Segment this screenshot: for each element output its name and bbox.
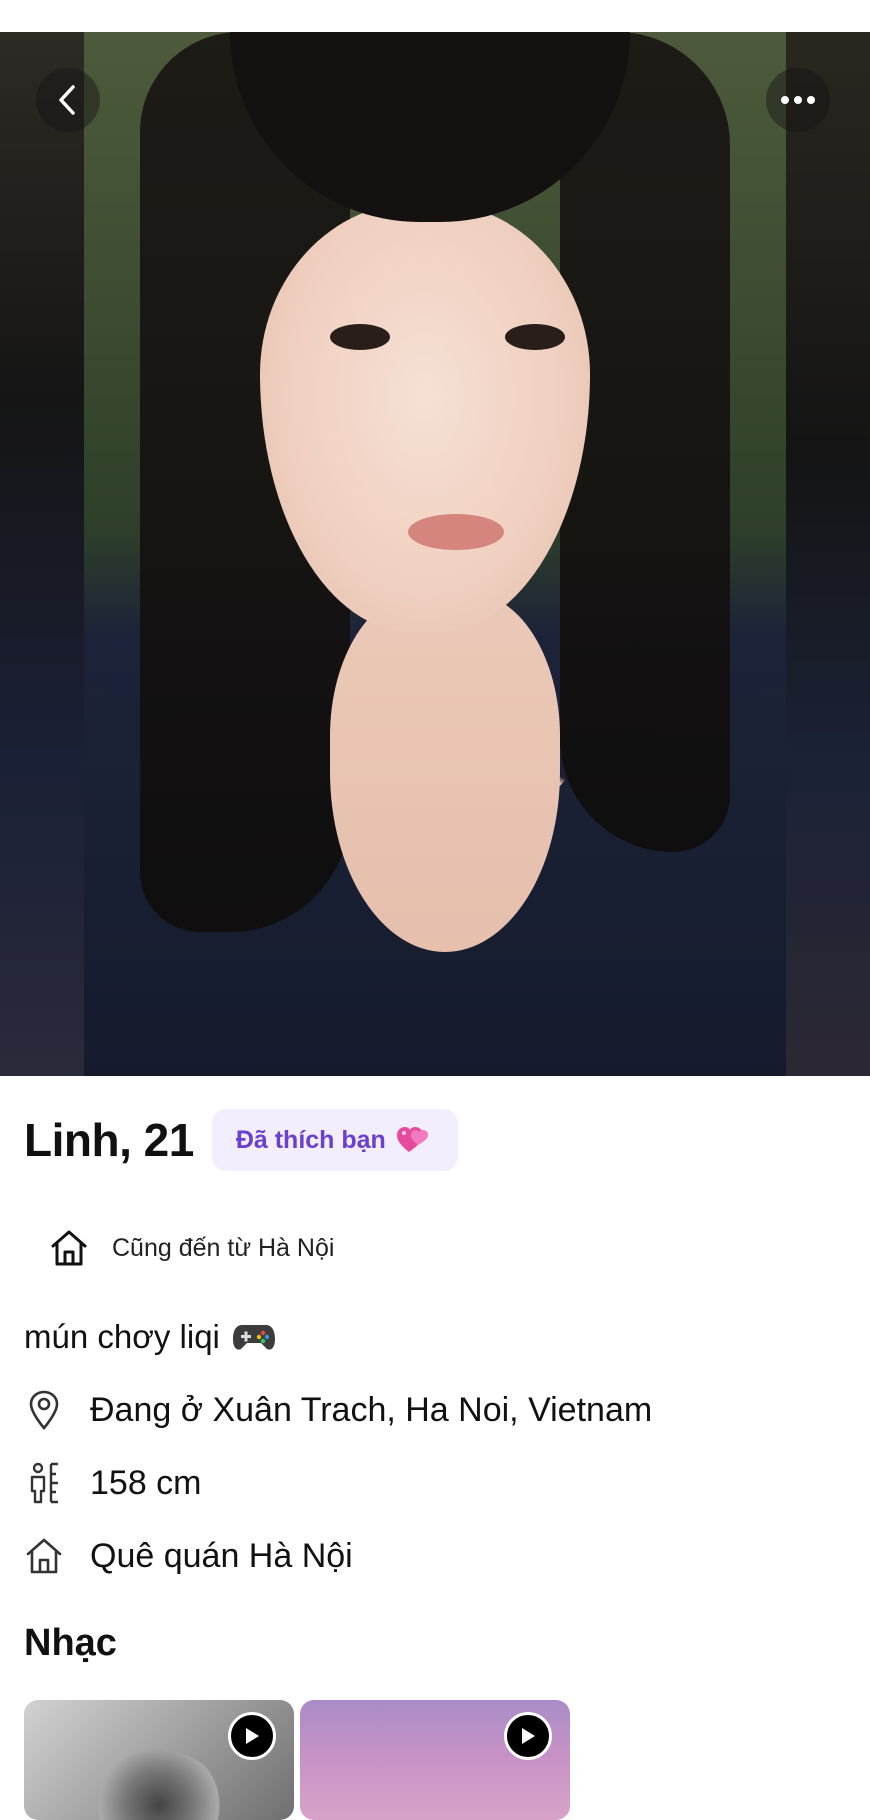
location-pin-icon <box>24 1388 64 1432</box>
height-icon <box>24 1461 64 1505</box>
photo-eye-left <box>330 324 390 350</box>
photo-hair-right <box>560 32 730 852</box>
profile-photo[interactable] <box>0 32 870 1076</box>
music-card[interactable] <box>24 1700 294 1820</box>
detail-location: Đang ở Xuân Trach, Ha Noi, Vietnam <box>24 1386 652 1434</box>
play-icon <box>522 1728 535 1744</box>
detail-height-text: 158 cm <box>90 1463 202 1502</box>
home-icon <box>24 1534 64 1578</box>
back-button[interactable] <box>36 68 100 132</box>
detail-hometown: Quê quán Hà Nội <box>24 1532 353 1580</box>
same-hometown-label: Cũng đến từ Hà Nội <box>112 1233 335 1262</box>
heart-emoji-icon <box>396 1127 428 1152</box>
liked-badge-label: Đã thích bạn <box>235 1125 386 1154</box>
detail-height: 158 cm <box>24 1459 202 1507</box>
photo-blur-edge-right <box>786 32 870 1076</box>
name-row: Linh, 21 Đã thích bạn <box>24 1108 458 1172</box>
home-icon <box>51 1230 87 1266</box>
more-horizontal-icon <box>781 96 815 104</box>
play-icon <box>246 1728 259 1744</box>
album-art <box>94 1750 224 1820</box>
more-options-button[interactable] <box>766 68 830 132</box>
music-card[interactable] <box>300 1700 570 1820</box>
liked-you-badge: Đã thích bạn <box>211 1109 458 1171</box>
game-controller-icon <box>232 1325 275 1350</box>
chevron-left-icon <box>59 85 75 115</box>
detail-location-text: Đang ở Xuân Trach, Ha Noi, Vietnam <box>90 1390 653 1429</box>
same-hometown-chip: Cũng đến từ Hà Nội <box>24 1220 334 1276</box>
play-button[interactable] <box>228 1712 276 1760</box>
music-section-title: Nhạc <box>24 1622 117 1664</box>
photo-blur-edge-left <box>0 32 84 1076</box>
profile-name-age: Linh, 21 <box>24 1114 194 1166</box>
photo-neck <box>330 592 560 952</box>
profile-page: Linh, 21 Đã thích bạn Cũng đến từ Hà Nội… <box>0 0 870 1820</box>
photo-eye-right <box>505 324 565 350</box>
bio-text: mún chơy liqi <box>24 1318 220 1355</box>
bio: mún chơy liqi <box>24 1318 276 1356</box>
photo-lips <box>408 514 504 550</box>
play-button[interactable] <box>504 1712 552 1760</box>
detail-hometown-text: Quê quán Hà Nội <box>90 1536 353 1575</box>
